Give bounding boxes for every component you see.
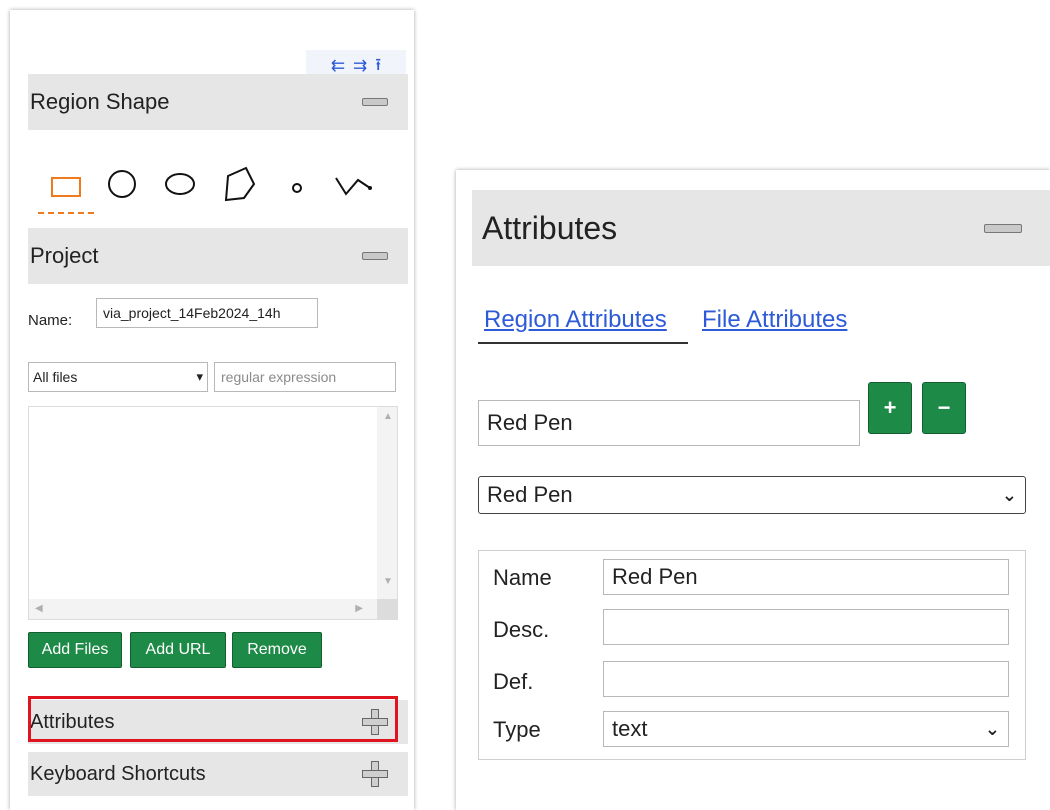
attribute-properties: Name Desc. Def. Type text ⌄ [478, 550, 1026, 760]
polyline-shape-icon[interactable] [330, 166, 378, 202]
move-left-icon[interactable]: ⇇ [331, 56, 345, 76]
project-name-input[interactable] [96, 298, 318, 328]
name-field[interactable] [603, 559, 1009, 595]
scroll-down-icon[interactable]: ▼ [383, 576, 393, 587]
scroll-left-icon[interactable]: ◀ [35, 603, 43, 614]
chevron-down-icon: ▾ [196, 369, 203, 384]
active-tab-indicator [478, 342, 688, 344]
default-label: Def. [493, 669, 534, 694]
type-label: Type [493, 717, 541, 742]
vertical-scrollbar[interactable]: ▲ ▼ [377, 407, 397, 601]
collapse-icon[interactable] [362, 252, 388, 260]
expand-icon[interactable] [362, 761, 388, 787]
attributes-panel-title: Attributes [482, 209, 618, 246]
attribute-name-input[interactable] [478, 400, 860, 446]
default-field[interactable] [603, 661, 1009, 697]
rectangle-shape-icon[interactable] [34, 170, 98, 206]
chevron-down-icon: ⌄ [1001, 484, 1017, 505]
region-shape-title: Region Shape [30, 89, 170, 114]
circle-shape-icon[interactable] [102, 164, 142, 204]
add-url-button[interactable]: Add URL [130, 632, 226, 668]
keyboard-shortcuts-header[interactable]: Keyboard Shortcuts [28, 752, 408, 796]
chevron-down-icon: ⌄ [984, 718, 1000, 739]
attributes-header[interactable]: Attributes [28, 700, 408, 744]
remove-button[interactable]: Remove [232, 632, 322, 668]
file-filter-value: All files [33, 369, 78, 385]
attribute-select-value: Red Pen [487, 482, 573, 507]
project-name-label: Name: [28, 312, 73, 329]
type-select-value: text [612, 716, 648, 741]
ellipse-shape-icon[interactable] [160, 164, 200, 204]
name-label: Name [493, 565, 552, 590]
left-sidebar-panel: ⇇ ⇉ ⭱ Region Shape Project Name: via_pro… [10, 10, 414, 810]
scroll-right-icon[interactable]: ▶ [355, 603, 363, 614]
add-files-button[interactable]: Add Files [28, 632, 122, 668]
attributes-title: Attributes [30, 710, 115, 733]
expand-icon[interactable] [362, 709, 388, 735]
regex-filter-input[interactable] [214, 362, 396, 392]
polygon-shape-icon[interactable] [218, 162, 262, 206]
scroll-up-icon[interactable]: ▲ [383, 411, 393, 422]
project-title: Project [30, 243, 99, 268]
horizontal-scrollbar[interactable]: ◀ ▶ [29, 599, 377, 619]
move-right-icon[interactable]: ⇉ [353, 56, 367, 76]
region-shape-toolbar [34, 160, 404, 216]
attribute-select[interactable]: Red Pen ⌄ [478, 476, 1026, 514]
add-attribute-button[interactable]: + [868, 382, 912, 434]
file-filter-select[interactable]: All files ▾ [28, 362, 208, 392]
scroll-corner [377, 599, 397, 619]
selected-shape-indicator [38, 212, 94, 214]
tab-file-attributes[interactable]: File Attributes [702, 306, 847, 334]
tab-region-attributes[interactable]: Region Attributes [484, 306, 667, 334]
description-field[interactable] [603, 609, 1009, 645]
collapse-icon[interactable] [362, 98, 388, 106]
type-select[interactable]: text ⌄ [603, 711, 1009, 747]
project-header[interactable]: Project [28, 228, 408, 284]
attributes-panel: Attributes Region Attributes File Attrib… [456, 170, 1050, 810]
point-shape-icon[interactable] [282, 170, 312, 200]
collapse-icon[interactable] [984, 223, 1022, 233]
region-shape-header[interactable]: Region Shape [28, 74, 408, 130]
description-label: Desc. [493, 617, 550, 642]
delete-attribute-button[interactable]: − [922, 382, 966, 434]
attributes-panel-header[interactable]: Attributes [472, 190, 1050, 266]
keyboard-shortcuts-title: Keyboard Shortcuts [30, 762, 206, 785]
file-list[interactable]: ▲ ▼ ◀ ▶ [28, 406, 398, 620]
